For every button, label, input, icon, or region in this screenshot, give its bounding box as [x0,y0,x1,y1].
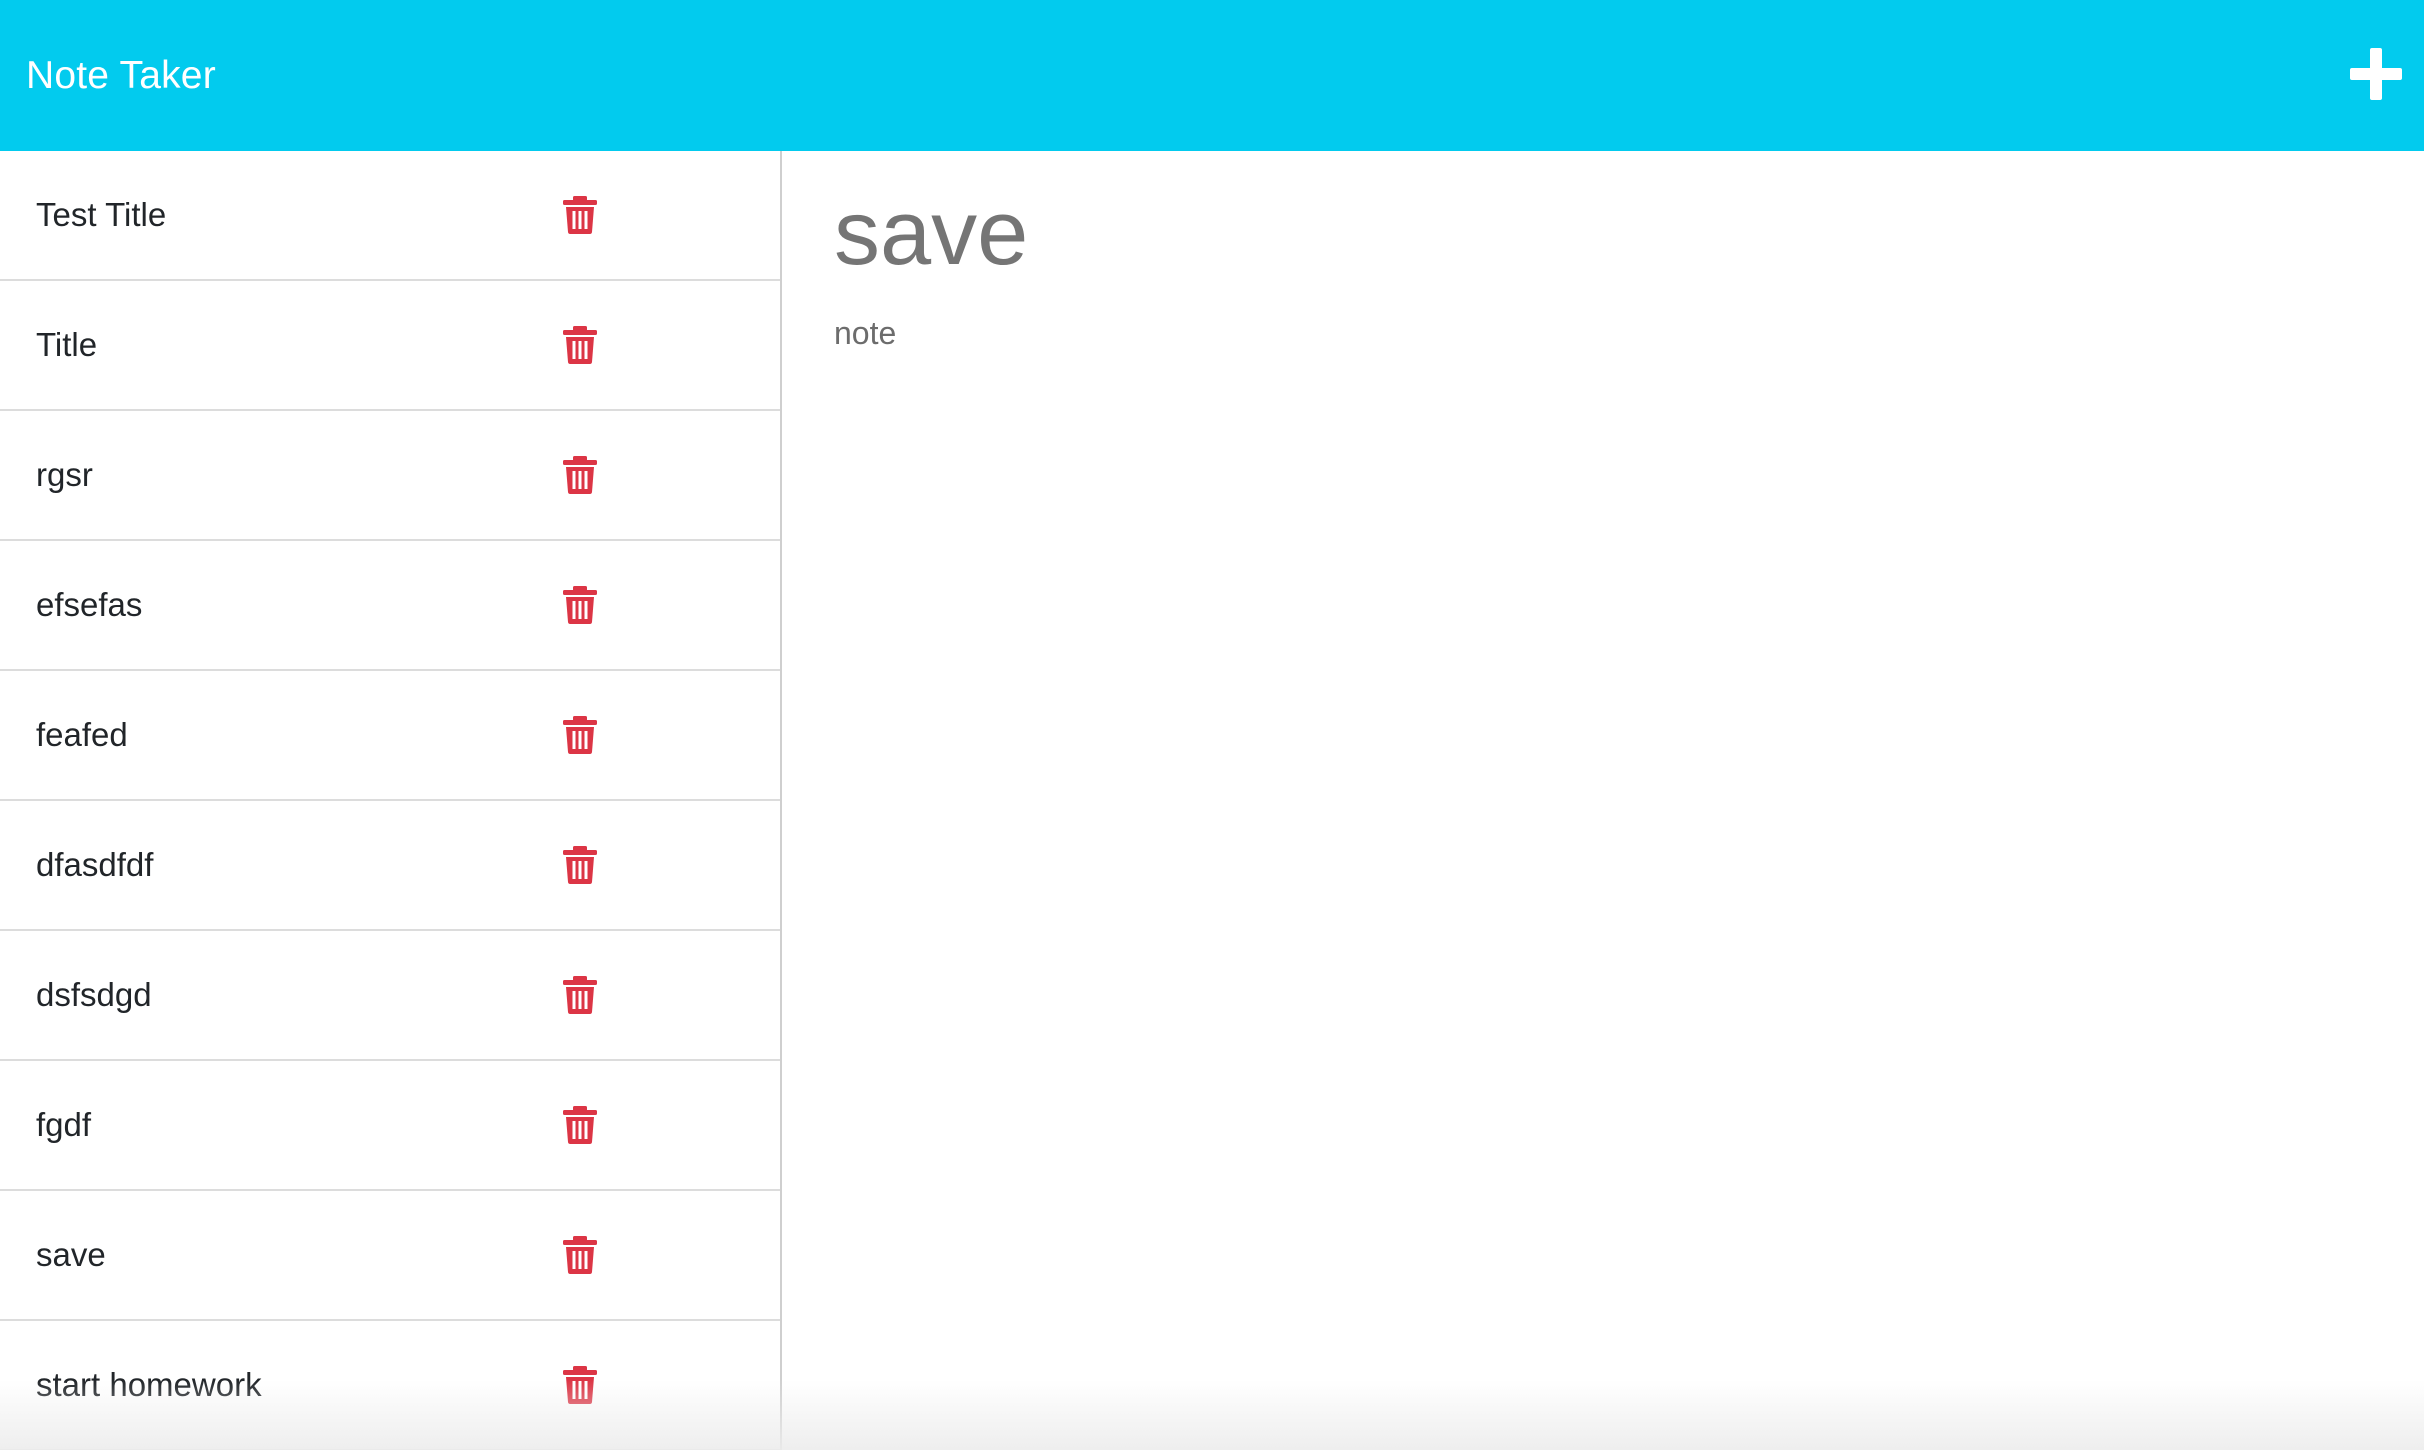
note-list-item-title: save [36,1236,106,1273]
app-title[interactable]: Note Taker [26,0,216,151]
trash-icon [563,196,597,234]
note-list-item-title: dsfsdgd [36,976,152,1013]
note-list-item[interactable]: Title [0,281,780,411]
new-note-button[interactable] [2346,44,2406,104]
trash-icon [563,1236,597,1274]
note-list-item[interactable]: save [0,1191,780,1321]
trash-icon [563,1366,597,1404]
note-list-item[interactable]: dfasdfdf [0,801,780,931]
delete-note-button[interactable] [562,715,598,755]
delete-note-button[interactable] [562,455,598,495]
note-list-item[interactable]: fgdf [0,1061,780,1191]
delete-note-button[interactable] [562,975,598,1015]
note-list-item[interactable]: dsfsdgd [0,931,780,1061]
note-list-item-title: start homework [36,1366,262,1403]
delete-note-button[interactable] [562,845,598,885]
trash-icon [563,326,597,364]
note-list-item[interactable]: Test Title [0,151,780,281]
delete-note-button[interactable] [562,1365,598,1405]
note-taker-app: Note Taker Test Title Title rgsr efsefas fea… [0,0,2424,1450]
trash-icon [563,716,597,754]
note-list-item[interactable]: rgsr [0,411,780,541]
note-list-item-title: Title [36,326,98,363]
navbar: Note Taker [0,0,2424,151]
note-list-item-title: rgsr [36,456,93,493]
trash-icon [563,1106,597,1144]
note-editor: note [782,151,2424,1450]
note-list-item-title: fgdf [36,1106,92,1143]
note-list-item[interactable]: efsefas [0,541,780,671]
note-list-item[interactable]: start homework [0,1321,780,1450]
delete-note-button[interactable] [562,1235,598,1275]
trash-icon [563,586,597,624]
note-title-input[interactable] [834,173,2334,293]
note-list-item[interactable]: feafed [0,671,780,801]
plus-icon [2350,48,2402,100]
note-list-item-title: feafed [36,716,128,753]
delete-note-button[interactable] [562,195,598,235]
note-list-item-title: Test Title [36,196,167,233]
note-text-area[interactable]: note [834,311,2334,1211]
trash-icon [563,456,597,494]
note-list: Test Title Title rgsr efsefas feafed dfasdfdf… [0,151,782,1450]
trash-icon [563,976,597,1014]
trash-icon [563,846,597,884]
note-list-item-title: efsefas [36,586,143,623]
delete-note-button[interactable] [562,1105,598,1145]
note-list-item-title: dfasdfdf [36,846,154,883]
delete-note-button[interactable] [562,325,598,365]
delete-note-button[interactable] [562,585,598,625]
